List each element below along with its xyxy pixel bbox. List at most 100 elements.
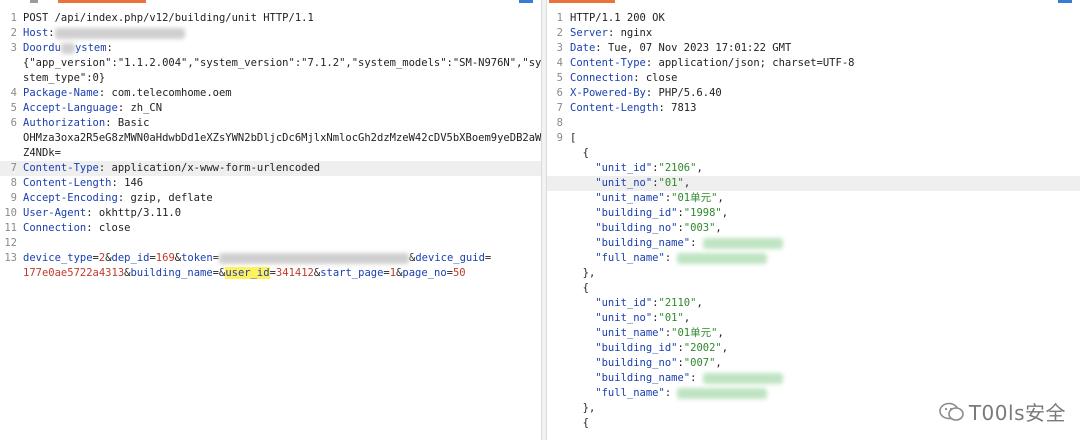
line-content[interactable]: "building_id":"2002", <box>570 341 728 356</box>
code-line[interactable]: 177e0ae5722a4313&building_name=&user_id=… <box>0 266 541 281</box>
response-active-tab[interactable] <box>549 0 615 3</box>
line-content[interactable]: HTTP/1.1 200 OK <box>570 11 665 26</box>
line-content[interactable]: }, <box>570 401 596 416</box>
code-line[interactable]: OHMza3oxa2R5eG8zMWN0aHdwbDd1eXZsYWN2bDlj… <box>0 131 541 146</box>
code-token: Package-Name <box>23 87 99 99</box>
line-content[interactable]: "building_name": <box>570 236 783 251</box>
code-line[interactable]: "unit_id":"2106", <box>547 161 1080 176</box>
line-content[interactable]: POST /api/index.php/v12/building/unit HT… <box>23 11 314 26</box>
request-pane[interactable]: 1 POST /api/index.php/v12/building/unit H… <box>0 0 541 440</box>
code-line[interactable]: "full_name": <box>547 251 1080 266</box>
line-content[interactable]: Connection: close <box>23 221 130 236</box>
request-tab-strip[interactable] <box>0 0 541 6</box>
code-line[interactable]: 6 X-Powered-By: PHP/5.6.40 <box>547 86 1080 101</box>
code-line[interactable]: 5 Connection: close <box>547 71 1080 86</box>
code-line[interactable]: "building_no":"003", <box>547 221 1080 236</box>
code-line[interactable]: { <box>547 281 1080 296</box>
code-line[interactable]: 4 Package-Name: com.telecomhome.oem <box>0 86 541 101</box>
line-content[interactable]: device_type=2&dep_id=169&token= &device_g… <box>23 251 491 266</box>
code-line[interactable]: 13 device_type=2&dep_id=169&token= &device… <box>0 251 541 266</box>
line-content[interactable]: "full_name": <box>570 386 768 401</box>
line-content[interactable]: Date: Tue, 07 Nov 2023 17:01:22 GMT <box>570 41 791 56</box>
line-content[interactable]: Content-Type: application/json; charset=… <box>570 56 854 71</box>
line-content[interactable]: { <box>570 416 589 431</box>
line-content[interactable]: "building_no":"003", <box>570 221 721 236</box>
code-line[interactable]: 3 Doordu ystem: <box>0 41 541 56</box>
request-active-tab[interactable] <box>58 0 146 3</box>
code-line[interactable]: "unit_no":"01", <box>547 311 1080 326</box>
code-line[interactable]: { <box>547 146 1080 161</box>
code-line[interactable]: "building_name": <box>547 236 1080 251</box>
code-line[interactable]: 10 User-Agent: okhttp/3.11.0 <box>0 206 541 221</box>
code-line[interactable]: "unit_id":"2110", <box>547 296 1080 311</box>
code-line[interactable]: 7 Content-Length: 7813 <box>547 101 1080 116</box>
code-line[interactable]: {"app_version":"1.1.2.004","system_versi… <box>0 56 541 71</box>
line-content[interactable]: {"app_version":"1.1.2.004","system_versi… <box>23 56 541 71</box>
line-content[interactable]: "unit_id":"2110", <box>570 296 703 311</box>
code-line[interactable]: "building_id":"2002", <box>547 341 1080 356</box>
line-content[interactable]: "full_name": <box>570 251 768 266</box>
line-content[interactable]: stem_type":0} <box>23 71 105 86</box>
line-content[interactable]: Accept-Encoding: gzip, deflate <box>23 191 213 206</box>
code-line[interactable]: 2 Host: <box>0 26 541 41</box>
code-line[interactable]: "unit_no":"01", <box>547 176 1080 191</box>
line-content[interactable]: }, <box>570 266 596 281</box>
code-line[interactable]: "building_id":"1998", <box>547 206 1080 221</box>
code-line[interactable]: "unit_name":"01单元", <box>547 191 1080 206</box>
line-content[interactable]: "building_id":"1998", <box>570 206 728 221</box>
code-line[interactable]: "building_name": <box>547 371 1080 386</box>
line-content[interactable]: Content-Length: 146 <box>23 176 143 191</box>
line-content[interactable]: Content-Type: application/x-www-form-url… <box>23 161 320 176</box>
code-line[interactable]: }, <box>547 266 1080 281</box>
code-line[interactable]: 9 Accept-Encoding: gzip, deflate <box>0 191 541 206</box>
line-content[interactable]: Server: nginx <box>570 26 652 41</box>
line-content[interactable]: Doordu ystem: <box>23 41 113 56</box>
line-content[interactable]: Package-Name: com.telecomhome.oem <box>23 86 232 101</box>
response-tab-strip[interactable] <box>547 0 1080 6</box>
code-line[interactable]: 8 <box>547 116 1080 131</box>
line-content[interactable]: Content-Length: 7813 <box>570 101 696 116</box>
line-content[interactable]: Z4NDk= <box>23 146 61 161</box>
code-line[interactable]: "building_no":"007", <box>547 356 1080 371</box>
pane-options-icon[interactable] <box>1058 0 1072 3</box>
pane-options-icon[interactable] <box>519 0 533 3</box>
code-line[interactable]: "unit_name":"01单元", <box>547 326 1080 341</box>
line-content[interactable]: OHMza3oxa2R5eG8zMWN0aHdwbDd1eXZsYWN2bDlj… <box>23 131 541 146</box>
line-content[interactable]: Authorization: Basic <box>23 116 149 131</box>
code-line[interactable]: 1 HTTP/1.1 200 OK <box>547 11 1080 26</box>
request-editor[interactable]: 1 POST /api/index.php/v12/building/unit H… <box>0 11 541 281</box>
code-line[interactable]: 5 Accept-Language: zh_CN <box>0 101 541 116</box>
line-content[interactable]: "unit_no":"01", <box>570 311 690 326</box>
code-line[interactable]: 1 POST /api/index.php/v12/building/unit H… <box>0 11 541 26</box>
line-content[interactable]: Connection: close <box>570 71 677 86</box>
line-content[interactable]: "building_name": <box>570 371 783 386</box>
code-line[interactable]: 6 Authorization: Basic <box>0 116 541 131</box>
line-content[interactable]: { <box>570 281 589 296</box>
line-content[interactable]: "unit_name":"01单元", <box>570 191 724 206</box>
line-content[interactable]: Host: <box>23 26 185 41</box>
line-content[interactable]: User-Agent: okhttp/3.11.0 <box>23 206 181 221</box>
tab-indicator[interactable] <box>30 0 38 3</box>
response-editor[interactable]: 1 HTTP/1.1 200 OK 2 Server: nginx 3 Date: Tue… <box>547 11 1080 431</box>
line-content[interactable]: X-Powered-By: PHP/5.6.40 <box>570 86 722 101</box>
code-line[interactable]: stem_type":0} <box>0 71 541 86</box>
code-line[interactable]: 12 <box>0 236 541 251</box>
response-pane[interactable]: 1 HTTP/1.1 200 OK 2 Server: nginx 3 Date: Tue… <box>547 0 1080 440</box>
line-content[interactable]: "unit_name":"01单元", <box>570 326 724 341</box>
line-content[interactable]: Accept-Language: zh_CN <box>23 101 162 116</box>
line-content[interactable]: "building_no":"007", <box>570 356 721 371</box>
code-line[interactable]: 9[ <box>547 131 1080 146</box>
line-content[interactable]: "unit_id":"2106", <box>570 161 703 176</box>
code-line[interactable]: 11 Connection: close <box>0 221 541 236</box>
line-content[interactable]: [ <box>570 131 576 146</box>
line-content[interactable]: 177e0ae5722a4313&building_name=&user_id=… <box>23 266 466 281</box>
line-number: 4 <box>10 87 17 99</box>
code-line[interactable]: 3 Date: Tue, 07 Nov 2023 17:01:22 GMT <box>547 41 1080 56</box>
line-content[interactable]: "unit_no":"01", <box>570 176 690 191</box>
code-line[interactable]: 8 Content-Length: 146 <box>0 176 541 191</box>
code-line[interactable]: 4 Content-Type: application/json; charset… <box>547 56 1080 71</box>
line-content[interactable]: { <box>570 146 589 161</box>
code-line[interactable]: 2 Server: nginx <box>547 26 1080 41</box>
code-line[interactable]: Z4NDk= <box>0 146 541 161</box>
code-line[interactable]: 7 Content-Type: application/x-www-form-ur… <box>0 161 541 176</box>
